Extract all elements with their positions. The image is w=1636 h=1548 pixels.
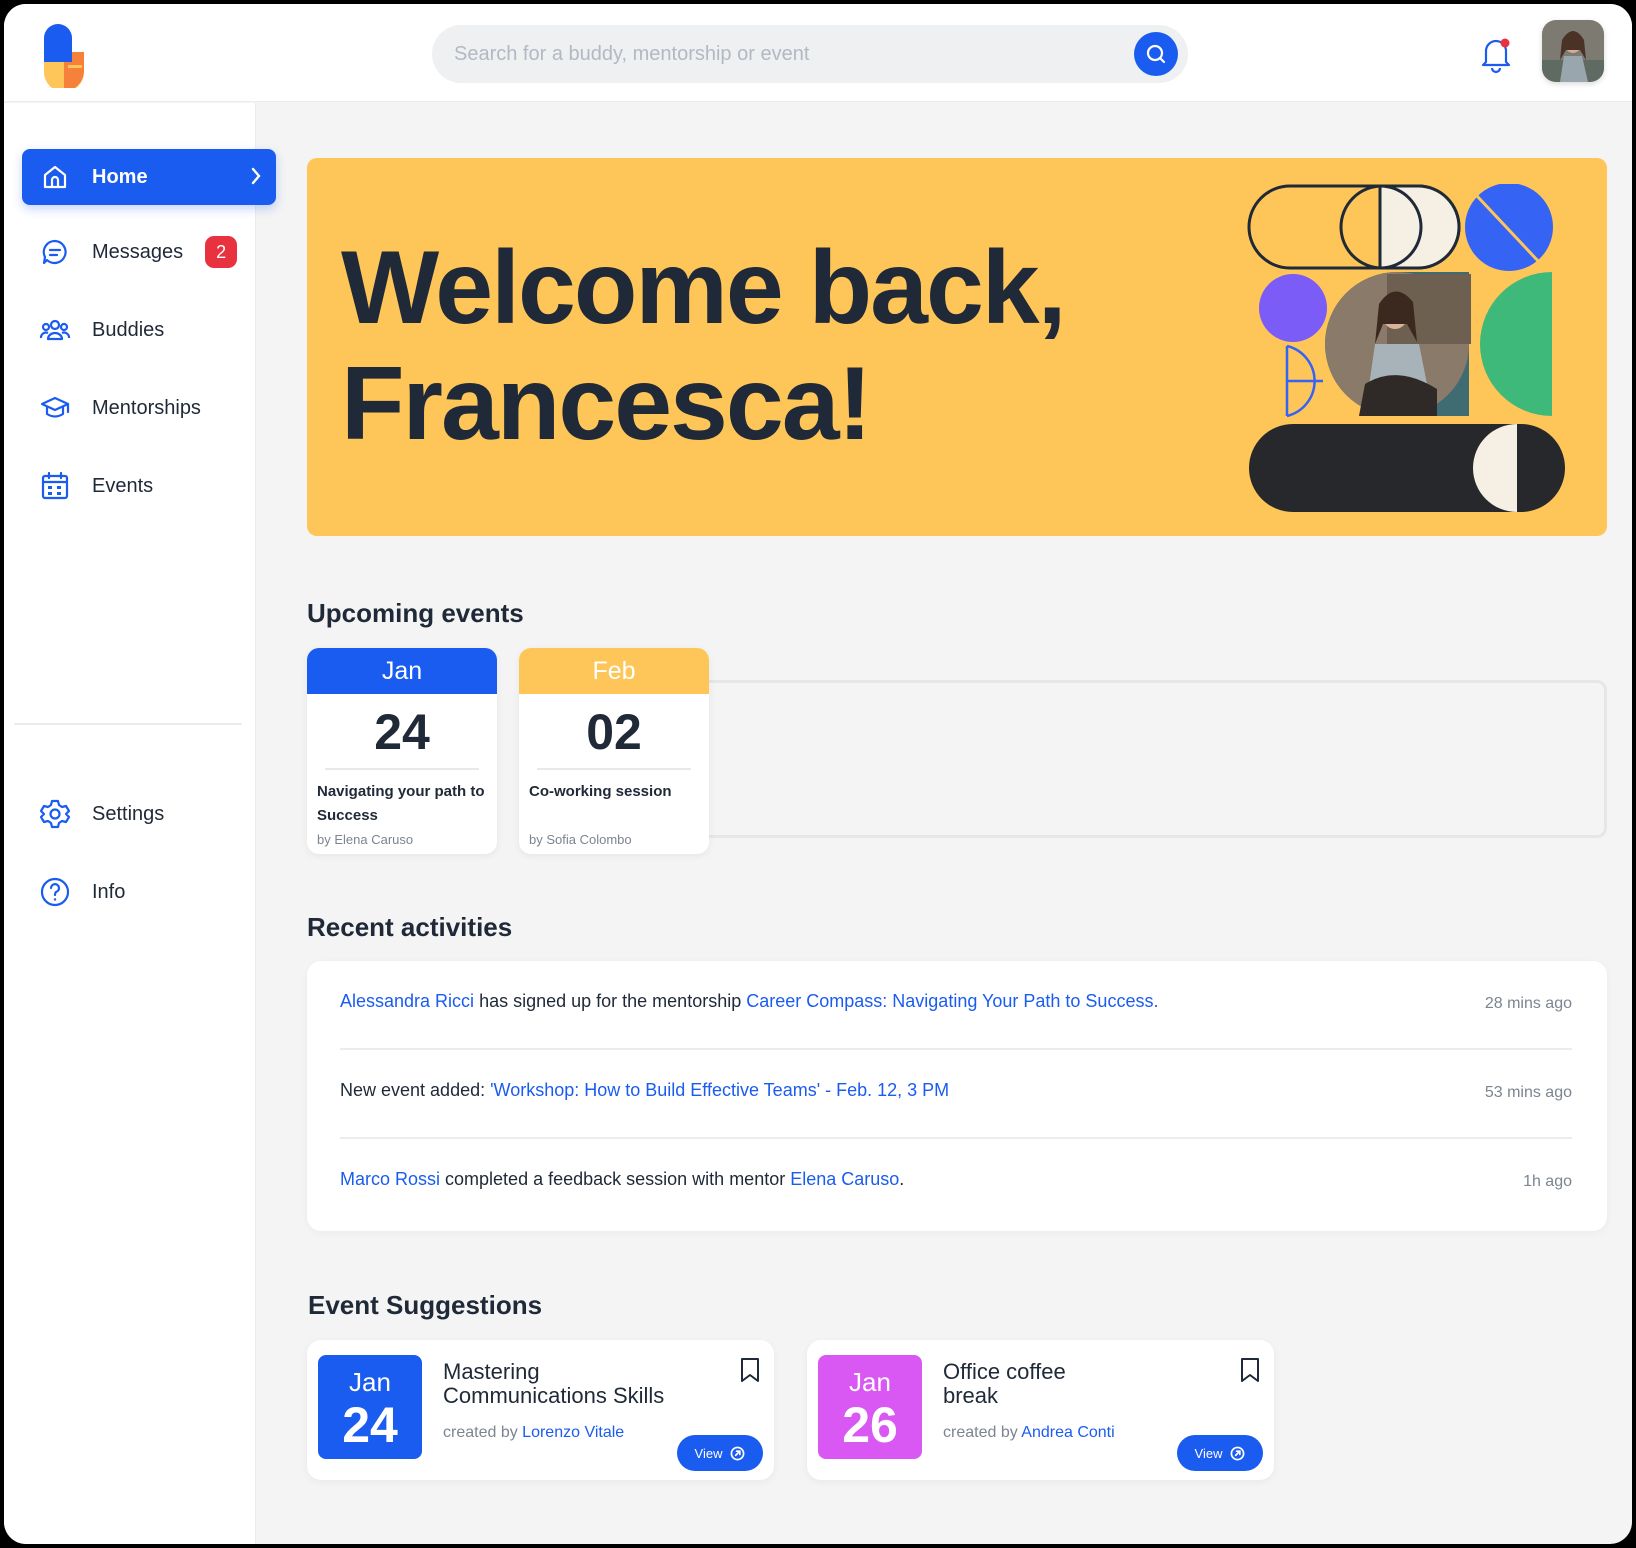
gear-icon <box>38 797 72 831</box>
sidebar-item-label: Buddies <box>92 318 165 341</box>
user-link[interactable]: Alessandra Ricci <box>340 991 474 1011</box>
view-button[interactable]: View <box>1177 1435 1263 1471</box>
welcome-banner: Welcome back, Francesca! <box>307 158 1607 536</box>
event-title: Co-working session <box>529 783 672 800</box>
event-day: 24 <box>374 704 430 760</box>
activity-text: Alessandra Ricci has signed up for the m… <box>340 991 1159 1011</box>
sidebar-item-settings[interactable]: Settings <box>22 786 276 842</box>
creator-link[interactable]: Lorenzo Vitale <box>522 1424 624 1441</box>
recent-activities-title: Recent activities <box>307 912 513 942</box>
top-bar <box>4 4 1632 102</box>
users-icon <box>38 313 72 347</box>
event-suggestions-title: Event Suggestions <box>308 1290 543 1320</box>
unread-badge: 2 <box>205 236 238 268</box>
list-item: Marco Rossi completed a feedback session… <box>340 1139 1572 1227</box>
app-window: Home Messages 2 Bu <box>4 4 1632 1544</box>
event-card[interactable]: Jan 24 Navigating your path to Success b… <box>307 648 497 854</box>
sidebar-divider <box>14 723 242 725</box>
activity-time: 28 mins ago <box>1484 995 1572 1012</box>
event-month: Feb <box>519 648 709 694</box>
chevron-right-icon <box>251 167 261 185</box>
activity-time: 1h ago <box>1523 1173 1572 1190</box>
external-arrow-icon <box>731 1446 745 1460</box>
list-item: New event added: 'Workshop: How to Build… <box>340 1050 1572 1138</box>
banner-illustration <box>1247 184 1565 512</box>
activity-time: 53 mins ago <box>1484 1084 1572 1101</box>
sidebar-item-label: Settings <box>92 802 165 825</box>
event-author: by Sofia Colombo <box>529 832 632 847</box>
event-author: by Elena Caruso <box>317 832 414 847</box>
sidebar-item-mentorships[interactable]: Mentorships <box>22 380 276 436</box>
sidebar-item-label: Info <box>92 880 126 903</box>
suggestion-creator: created by Lorenzo Vitale <box>443 1424 625 1441</box>
sidebar-item-label: Messages <box>92 240 184 263</box>
question-icon <box>38 875 72 909</box>
activity-text: New event added: 'Workshop: How to Build… <box>340 1080 950 1100</box>
home-icon <box>38 160 72 194</box>
view-button[interactable]: View <box>677 1435 763 1471</box>
sidebar-item-buddies[interactable]: Buddies <box>22 302 276 358</box>
event-day: 02 <box>586 704 642 760</box>
suggestion-title: Office coffee break <box>943 1359 1066 1408</box>
mentorship-link[interactable]: Career Compass: Navigating Your Path to … <box>746 991 1158 1011</box>
calendar-icon <box>38 469 72 503</box>
activity-list: Alessandra Ricci has signed up for the m… <box>307 961 1607 1231</box>
suggestion-creator: created by Andrea Conti <box>943 1424 1115 1441</box>
external-arrow-icon <box>1231 1446 1245 1460</box>
sidebar-item-label: Mentorships <box>92 396 201 419</box>
suggestion-date: Jan 24 <box>318 1355 422 1459</box>
search-icon <box>1146 44 1166 64</box>
message-icon <box>38 235 72 269</box>
event-divider <box>537 768 691 770</box>
sidebar: Home Messages 2 Buddies Mentorships Even… <box>4 103 276 1544</box>
list-item: Alessandra Ricci has signed up for the m… <box>340 961 1572 1049</box>
sidebar-item-label: Events <box>92 474 154 497</box>
graduation-cap-icon <box>38 391 72 425</box>
search-bar <box>432 25 1188 83</box>
sidebar-item-label: Home <box>92 165 148 188</box>
suggestion-card: Jan 24 Mastering Communications Skills c… <box>307 1340 774 1480</box>
event-divider <box>325 768 479 770</box>
user-link[interactable]: Marco Rossi <box>340 1169 440 1189</box>
creator-link[interactable]: Andrea Conti <box>1021 1424 1114 1441</box>
activity-text: Marco Rossi completed a feedback session… <box>340 1169 905 1189</box>
event-month: Jan <box>307 648 497 694</box>
bookmark-icon[interactable] <box>738 1356 762 1384</box>
bell-icon[interactable] <box>1478 34 1514 74</box>
events-track <box>694 680 1607 838</box>
event-title: Navigating your path to Success <box>317 783 485 824</box>
suggestion-title: Mastering Communications Skills <box>443 1359 665 1408</box>
sidebar-item-events[interactable]: Events <box>22 458 276 514</box>
mentor-link[interactable]: Elena Caruso <box>790 1169 899 1189</box>
welcome-heading: Welcome back, Francesca! <box>341 230 1067 462</box>
search-button[interactable] <box>1134 32 1178 76</box>
sidebar-item-info[interactable]: Info <box>22 864 276 920</box>
bookmark-icon[interactable] <box>1238 1356 1262 1384</box>
upcoming-events-title: Upcoming events <box>307 598 524 628</box>
avatar[interactable] <box>1542 20 1604 82</box>
suggestion-date: Jan 26 <box>818 1355 922 1459</box>
sidebar-item-home[interactable]: Home <box>22 149 276 205</box>
logo-icon[interactable] <box>40 22 88 88</box>
suggestion-card: Jan 26 Office coffee break created by An… <box>807 1340 1274 1480</box>
event-card[interactable]: Feb 02 Co-working session by Sofia Colom… <box>519 648 709 854</box>
event-link[interactable]: 'Workshop: How to Build Effective Teams'… <box>490 1080 949 1100</box>
sidebar-item-messages[interactable]: Messages 2 <box>22 224 276 280</box>
search-input[interactable] <box>454 25 1094 83</box>
